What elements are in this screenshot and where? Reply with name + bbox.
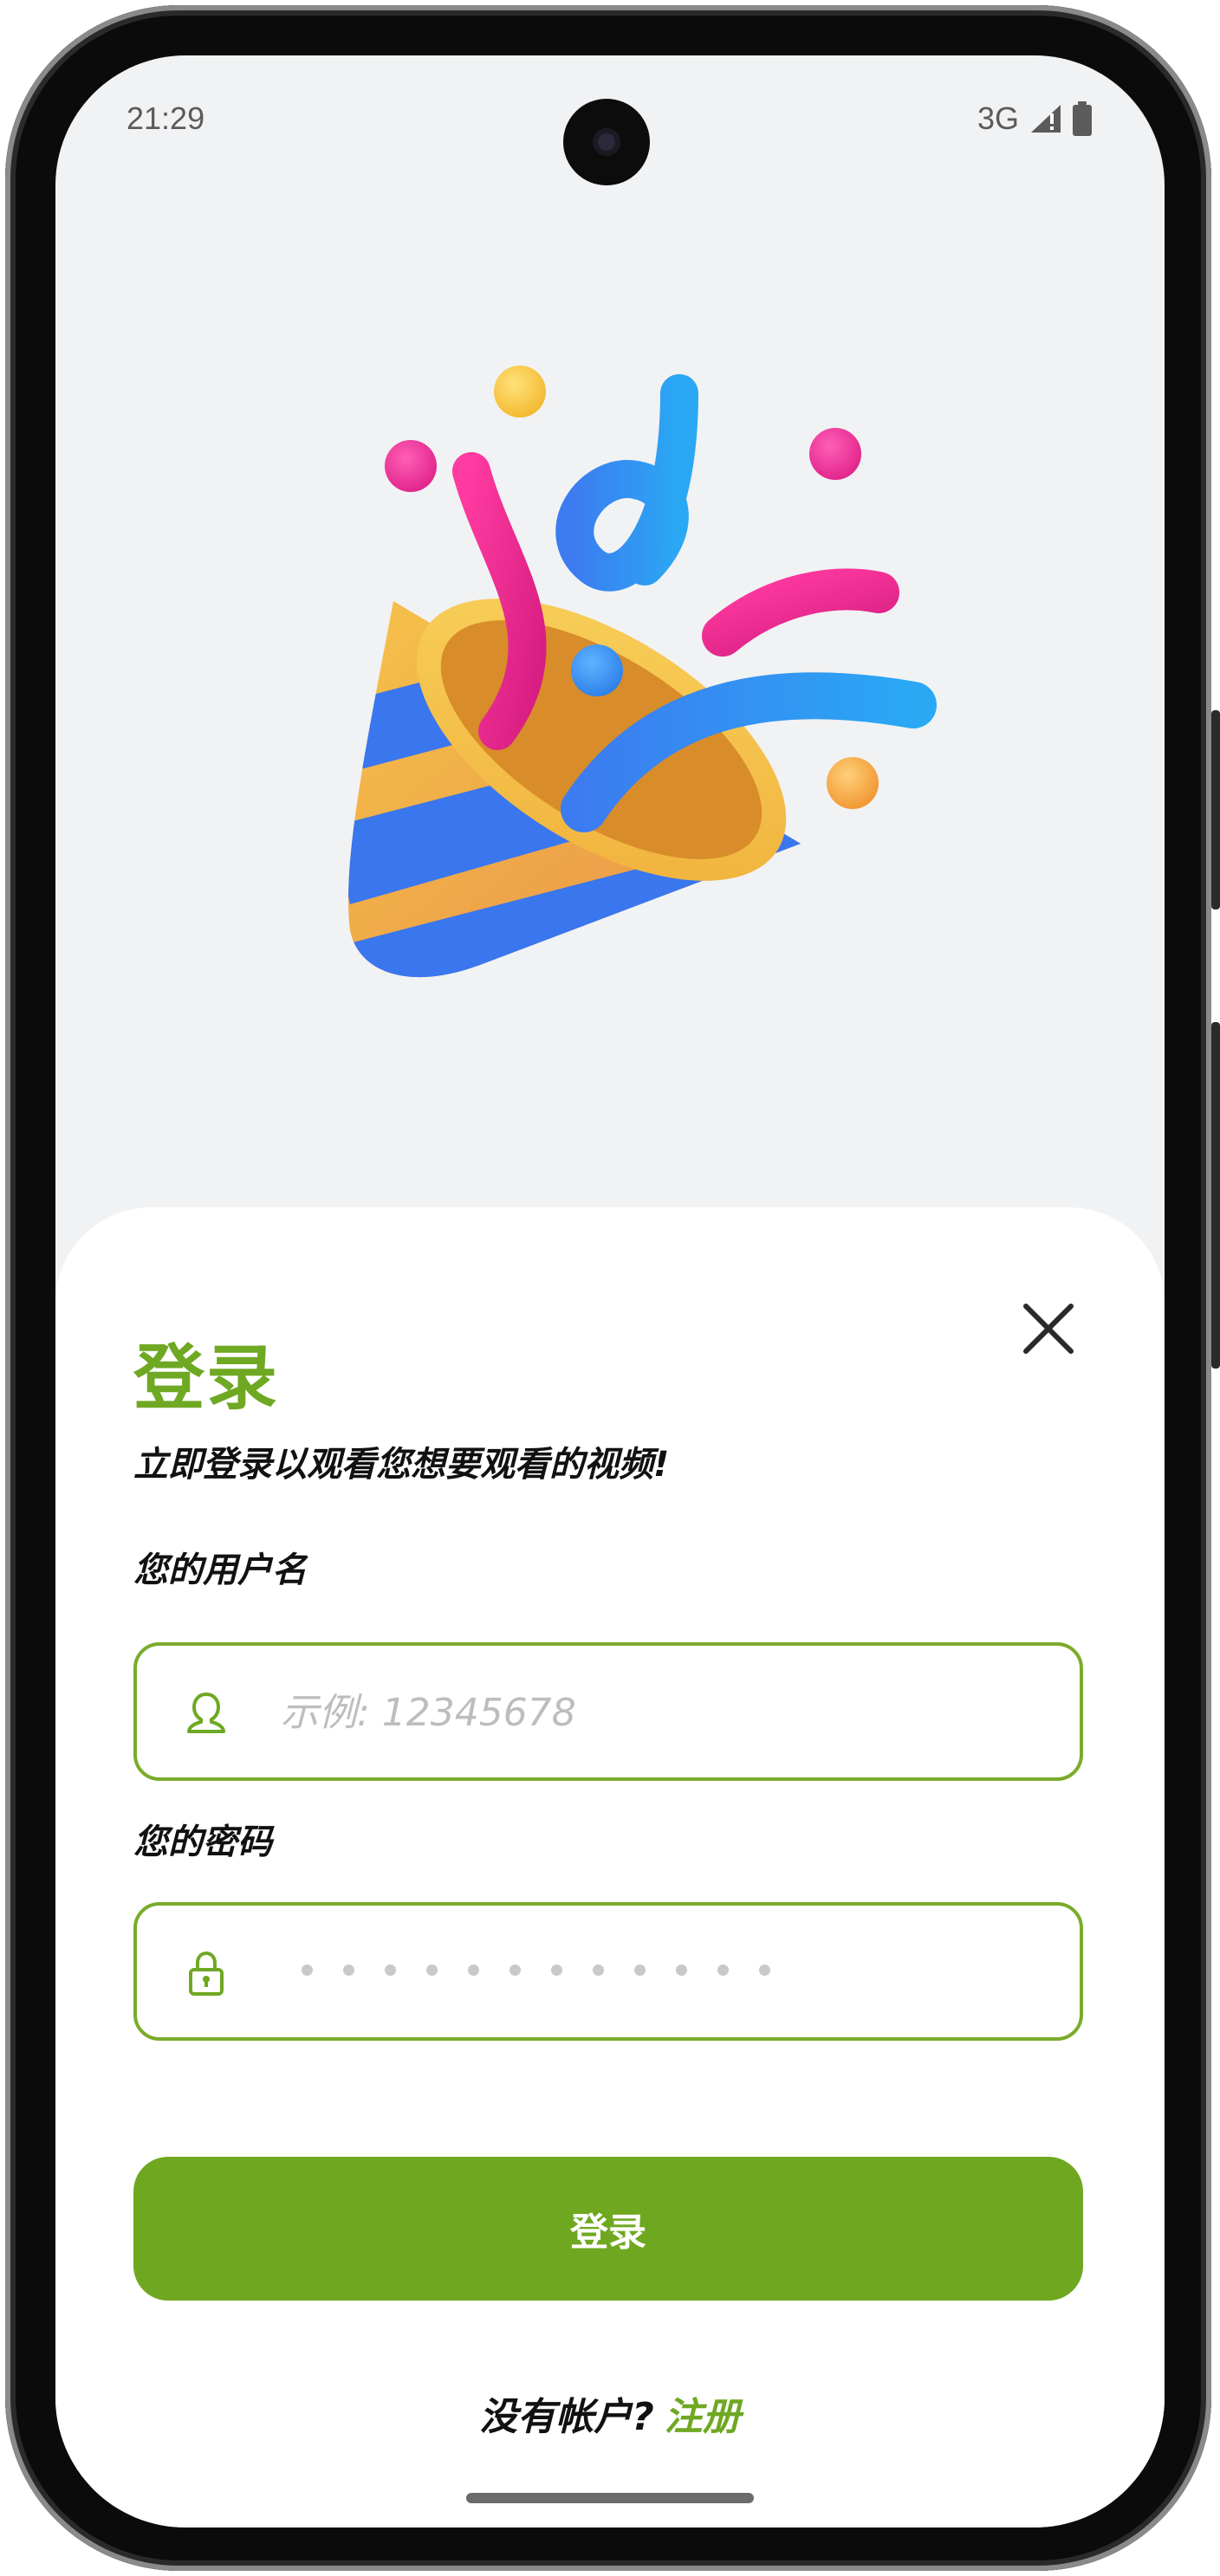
status-bar: 21:29 3G xyxy=(55,55,1165,185)
password-dot xyxy=(509,1964,521,1976)
screen: 21:29 3G 登录 立即登录以观看您想要观看的视频! 您的用户名 示例: 1… xyxy=(55,55,1165,2527)
user-icon xyxy=(187,1693,225,1733)
password-dot xyxy=(717,1964,729,1976)
password-dot xyxy=(634,1964,646,1976)
login-sheet: 登录 立即登录以观看您想要观看的视频! 您的用户名 您的密码 登录 xyxy=(55,1207,1165,2527)
network-type: 3G xyxy=(977,100,1019,136)
password-dot xyxy=(426,1964,438,1976)
battery-icon xyxy=(1073,101,1092,136)
signal-icon xyxy=(1031,105,1061,133)
status-icons: 3G xyxy=(977,100,1092,137)
close-icon[interactable] xyxy=(1014,1294,1083,1363)
party-popper-icon xyxy=(348,366,937,978)
home-indicator[interactable] xyxy=(466,2493,754,2503)
password-dot xyxy=(385,1964,396,1976)
password-label: 您的密码 xyxy=(133,1822,272,1862)
volume-button xyxy=(1211,710,1220,909)
phone-device: 21:29 3G 登录 立即登录以观看您想要观看的视频! 您的用户名 示例: 1… xyxy=(0,0,1220,2576)
username-field[interactable] xyxy=(133,1642,1083,1781)
password-dot xyxy=(302,1964,313,1976)
login-button[interactable]: 登录 xyxy=(133,2157,1083,2301)
username-label: 您的用户名 xyxy=(133,1550,307,1590)
page-subtitle: 立即登录以观看您想要观看的视频! xyxy=(133,1445,670,1485)
password-dot xyxy=(468,1964,479,1976)
lock-icon xyxy=(189,1951,224,1996)
signup-link[interactable]: 注册 xyxy=(665,2395,741,2439)
username-input[interactable] xyxy=(279,1672,1045,1753)
front-camera xyxy=(563,99,650,185)
signup-row: 没有帐户? 注册 xyxy=(55,2385,1165,2441)
page-title: 登录 xyxy=(133,1337,280,1420)
signup-prompt: 没有帐户? xyxy=(479,2395,654,2439)
status-time: 21:29 xyxy=(127,100,205,136)
password-field[interactable] xyxy=(133,1902,1083,2041)
password-dot xyxy=(551,1964,562,1976)
password-mask[interactable] xyxy=(302,1964,770,1976)
password-dot xyxy=(343,1964,354,1976)
password-dot xyxy=(593,1964,604,1976)
password-dot xyxy=(759,1964,770,1976)
power-button xyxy=(1211,1022,1220,1369)
password-dot xyxy=(676,1964,687,1976)
